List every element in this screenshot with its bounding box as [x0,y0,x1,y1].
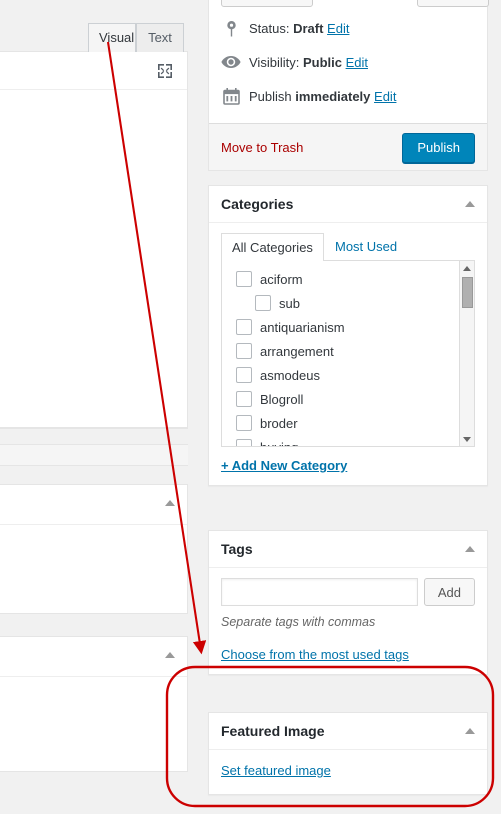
tags-header[interactable]: Tags [209,531,487,568]
scroll-down-arrow-icon[interactable] [463,437,471,442]
category-label: asmodeus [260,367,320,383]
category-checkbox[interactable] [255,295,271,311]
visibility-edit-link[interactable]: Edit [346,55,368,70]
category-checkbox[interactable] [236,271,252,287]
move-to-trash-link[interactable]: Move to Trash [221,140,303,155]
category-checkbox[interactable] [236,415,252,431]
screen-root: Visual Text Status: Draft Edit Visibilit… [0,0,501,814]
editor-status-bar [0,444,188,466]
category-label: broder [260,415,298,431]
metabox-upper-body [0,525,187,613]
featured-image-box: Featured Image Set featured image [208,712,488,795]
tags-hint: Separate tags with commas [221,615,376,629]
chevron-up-icon[interactable] [465,201,475,207]
scroll-up-arrow-icon[interactable] [463,266,471,271]
editor-metabox-upper [0,484,188,614]
publish-box: Save Draft Preview Status: Draft Edit [208,0,489,171]
publish-date-text: Publish immediately Edit [249,89,396,104]
category-item[interactable]: buying [222,435,474,447]
publish-date-prefix: Publish [249,88,296,104]
tags-title: Tags [221,541,253,557]
category-label: Blogroll [260,391,304,407]
tab-visual[interactable]: Visual [88,23,136,53]
category-label: buying [260,439,299,447]
publish-date-edit-link[interactable]: Edit [374,89,396,104]
featured-image-header[interactable]: Featured Image [209,713,487,750]
most-used-tags-link[interactable]: Choose from the most used tags [221,647,409,662]
category-checkbox[interactable] [236,319,252,335]
category-item[interactable]: Blogroll [222,387,474,411]
category-label: sub [279,295,300,311]
category-item[interactable]: antiquarianism [222,315,474,339]
publish-button[interactable]: Publish [402,133,475,163]
tags-body: Add Separate tags with commas Choose fro… [209,568,487,674]
add-new-category-link[interactable]: + Add New Category [221,458,347,473]
categories-checklist[interactable]: aciform sub antiquarianism arrangement a… [221,261,475,447]
metabox-upper-header[interactable] [0,485,187,525]
eye-icon [221,52,241,72]
tags-input-row: Add [221,578,475,606]
add-tag-button[interactable]: Add [423,578,475,606]
publish-top-buttons: Save Draft Preview [209,0,489,7]
category-checkbox[interactable] [236,391,252,407]
status-value: Draft [293,20,324,36]
category-item[interactable]: arrangement [222,339,474,363]
category-checkbox[interactable] [236,367,252,383]
publish-misc-actions: Status: Draft Edit Visibility: Public Ed… [209,5,487,123]
category-item[interactable]: sub [222,291,474,315]
status-prefix: Status: [249,20,294,36]
chevron-up-icon[interactable] [165,652,175,658]
chevron-up-icon[interactable] [465,546,475,552]
tags-box: Tags Add Separate tags with commas Choos… [208,530,488,675]
chevron-up-icon[interactable] [165,500,175,506]
publish-date-row: Publish immediately Edit [221,79,475,113]
visibility-value: Public [302,54,342,70]
featured-image-title: Featured Image [221,723,325,739]
categories-scrollbar[interactable] [459,261,474,446]
set-featured-image-link[interactable]: Set featured image [221,763,331,778]
tab-most-used[interactable]: Most Used [325,233,407,261]
pin-icon [221,18,241,38]
editor-divider [0,428,188,429]
category-label: antiquarianism [260,319,345,335]
editor-content-area[interactable] [0,52,188,428]
visibility-text: Visibility: Public Edit [249,55,368,70]
save-draft-button[interactable]: Save Draft [221,0,313,7]
chevron-up-icon[interactable] [465,728,475,734]
category-item[interactable]: broder [222,411,474,435]
categories-box: Categories All Categories Most Used acif… [208,185,488,486]
scrollbar-thumb[interactable] [462,277,473,308]
editor-tab-bar: Visual Text [0,0,188,53]
editor-metabox-lower [0,636,188,772]
categories-title: Categories [221,196,294,212]
preview-button[interactable]: Preview [417,0,489,7]
editor-column: Visual Text [0,0,188,814]
status-edit-link[interactable]: Edit [327,21,349,36]
category-item[interactable]: aciform [222,267,474,291]
visibility-prefix: Visibility: [249,54,303,70]
tab-all-categories[interactable]: All Categories [221,233,324,262]
category-label: aciform [260,271,303,287]
status-text: Status: Draft Edit [249,21,349,36]
publish-date-value: immediately [295,88,371,104]
category-checkbox[interactable] [236,439,252,446]
category-item[interactable]: asmodeus [222,363,474,387]
category-label: arrangement [260,343,334,359]
calendar-icon [221,86,241,106]
featured-image-body: Set featured image [209,750,487,794]
publish-footer: Move to Trash Publish [209,123,487,170]
category-checkbox[interactable] [236,343,252,359]
fullscreen-icon[interactable] [155,61,175,81]
metabox-lower-header[interactable] [0,637,187,677]
categories-body: All Categories Most Used aciform sub ant… [209,223,487,485]
metabox-lower-body [0,677,187,771]
visibility-row: Visibility: Public Edit [221,45,475,79]
categories-header[interactable]: Categories [209,186,487,223]
tab-text[interactable]: Text [136,23,184,53]
categories-tab-bar: All Categories Most Used [221,233,475,262]
status-row: Status: Draft Edit [221,11,475,45]
editor-toolbar [0,52,187,90]
tags-input[interactable] [221,578,418,606]
